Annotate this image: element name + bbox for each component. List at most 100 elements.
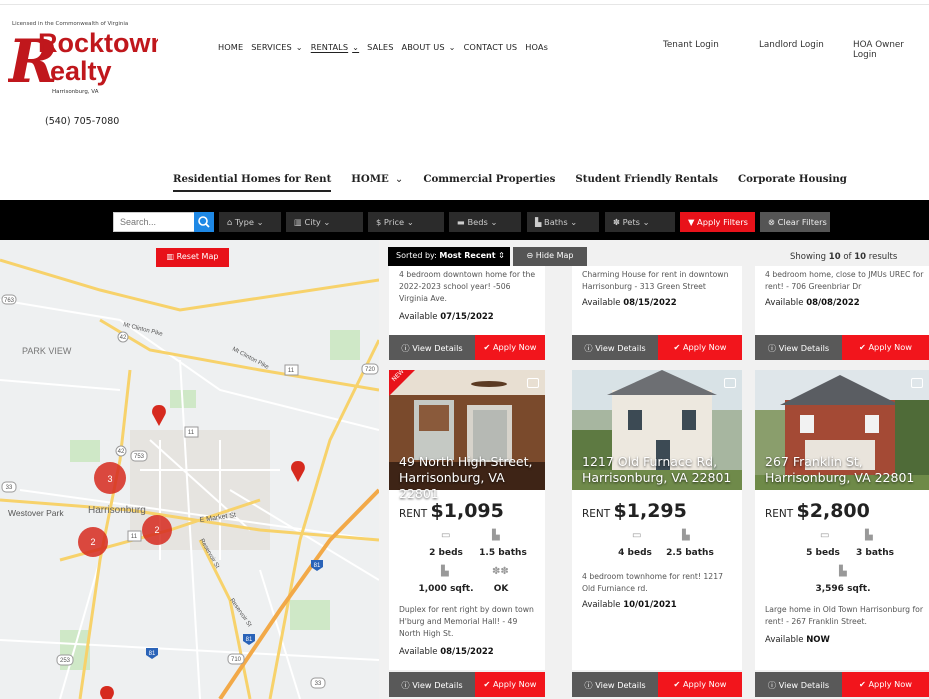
- filter-baths[interactable]: ▙ Baths ⌄: [527, 212, 599, 232]
- svg-text:42: 42: [120, 335, 127, 341]
- listing-description: 4 bedroom downtown home for the 2022-202…: [399, 270, 536, 303]
- map-canvas[interactable]: PARK VIEW Westover Park Harrisonburg Mt …: [0, 240, 379, 699]
- reset-map-button[interactable]: ▥ Reset Map: [156, 248, 229, 267]
- filter-pets[interactable]: ✽ Pets ⌄: [605, 212, 675, 232]
- listing-card: 1217 Old Furnace Rd, Harrisonburg, VA 228…: [572, 370, 742, 670]
- nav-services[interactable]: SERVICES ⌄: [251, 42, 302, 52]
- apply-now-button[interactable]: ✔ Apply Now: [658, 672, 742, 697]
- landlord-login-link[interactable]: Landlord Login: [759, 40, 824, 50]
- nav-hoas[interactable]: HOAs: [525, 42, 548, 52]
- listing-address[interactable]: 49 North High Street, Harrisonburg, VA 22…: [399, 454, 545, 502]
- subnav-student[interactable]: Student Friendly Rentals: [575, 173, 718, 192]
- view-details-button[interactable]: ⓘ View Details: [755, 335, 842, 360]
- listing-address[interactable]: 1217 Old Furnace Rd, Harrisonburg, VA 228…: [582, 454, 731, 486]
- search-button[interactable]: [194, 212, 214, 232]
- svg-text:81: 81: [314, 563, 321, 569]
- view-details-button[interactable]: ⓘ View Details: [389, 672, 475, 697]
- nav-rentals[interactable]: RENTALS ⌄: [311, 42, 359, 52]
- gallery-icon[interactable]: [911, 378, 923, 388]
- view-details-label: View Details: [778, 680, 830, 690]
- nav-home[interactable]: HOME: [218, 42, 243, 52]
- sort-value: Most Recent: [439, 251, 496, 260]
- filter-price[interactable]: $ Price ⌄: [368, 212, 444, 232]
- rentals-subnav: Residential Homes for Rent HOME ⌄ Commerc…: [173, 173, 867, 192]
- subnav-residential[interactable]: Residential Homes for Rent: [173, 173, 332, 192]
- svg-text:2: 2: [90, 537, 95, 547]
- apply-now-button[interactable]: ✔ Apply Now: [475, 672, 545, 697]
- apply-now-button[interactable]: ✔ Apply Now: [475, 335, 545, 360]
- map-pin[interactable]: [100, 686, 114, 699]
- apply-filters-label: Apply Filters: [697, 217, 748, 227]
- site-logo[interactable]: R Rocktown ealty: [6, 26, 167, 98]
- availability-label: Available: [765, 298, 804, 308]
- availability-label: Available: [582, 600, 621, 610]
- sort-select[interactable]: Sorted by: Most Recent ⇕: [388, 247, 510, 266]
- view-details-button[interactable]: ⓘ View Details: [755, 672, 842, 697]
- apply-now-label: Apply Now: [682, 342, 727, 352]
- svg-text:763: 763: [4, 298, 15, 304]
- gallery-icon[interactable]: [527, 378, 539, 388]
- subnav-home-label: HOME: [351, 173, 389, 185]
- info-icon: ⓘ: [767, 680, 779, 690]
- map-cluster[interactable]: 2: [78, 527, 108, 557]
- subnav-corporate[interactable]: Corporate Housing: [738, 173, 847, 192]
- svg-text:11: 11: [188, 430, 195, 436]
- nav-about[interactable]: ABOUT US ⌄: [402, 42, 456, 52]
- tenant-login-link[interactable]: Tenant Login: [663, 40, 719, 50]
- filter-city[interactable]: ▥ City ⌄: [286, 212, 363, 232]
- subnav-home[interactable]: HOME ⌄: [351, 173, 403, 192]
- view-details-button[interactable]: ⓘ View Details: [572, 672, 658, 697]
- availability-date: 08/08/2022: [806, 298, 860, 308]
- view-details-button[interactable]: ⓘ View Details: [389, 335, 475, 360]
- svg-text:720: 720: [365, 367, 376, 373]
- nav-rentals-label: RENTALS: [310, 42, 349, 52]
- availability-label: Available: [399, 312, 438, 322]
- availability-label: Available: [765, 635, 804, 645]
- check-circle-icon: ✔: [483, 342, 493, 352]
- phone-number[interactable]: (540) 705-7080: [45, 116, 119, 127]
- apply-filters-button[interactable]: ▼ Apply Filters: [680, 212, 755, 232]
- address-line1: 49 North High Street,: [399, 454, 533, 469]
- subnav-commercial[interactable]: Commercial Properties: [423, 173, 555, 192]
- availability: Available 10/01/2021: [582, 600, 677, 610]
- beds-count: 4 beds: [618, 548, 652, 558]
- hoa-owner-login-link[interactable]: HOA Owner Login: [853, 40, 929, 60]
- listing-address[interactable]: 267 Franklin St, Harrisonburg, VA 22801: [765, 454, 914, 486]
- apply-now-button[interactable]: ✔ Apply Now: [842, 672, 929, 697]
- svg-text:33: 33: [315, 681, 322, 687]
- map-cluster[interactable]: 3: [94, 462, 126, 494]
- listing-card: 267 Franklin St, Harrisonburg, VA 22801 R…: [755, 370, 929, 670]
- dollar-icon: $: [376, 217, 384, 227]
- route-shield: 33: [1, 481, 17, 493]
- clear-filters-label: Clear Filters: [777, 217, 827, 227]
- apply-now-button[interactable]: ✔ Apply Now: [842, 335, 929, 360]
- availability-label: Available: [399, 647, 438, 657]
- check-circle-icon: ✔: [673, 679, 683, 689]
- map-label-harrisonburg: Harrisonburg: [88, 505, 146, 516]
- map-cluster[interactable]: 2: [142, 515, 172, 545]
- filter-type[interactable]: ⌂ Type ⌄: [219, 212, 281, 232]
- city-icon: ▥: [294, 217, 305, 227]
- apply-now-button[interactable]: ✔ Apply Now: [658, 335, 742, 360]
- route-shield: 710: [227, 653, 245, 665]
- listing-description: 4 bedroom townhome for rent! 1217 Old Fu…: [582, 572, 723, 593]
- map-panel[interactable]: PARK VIEW Westover Park Harrisonburg Mt …: [0, 240, 379, 699]
- filter-beds[interactable]: ▬ Beds ⌄: [449, 212, 521, 232]
- gallery-icon[interactable]: [724, 378, 736, 388]
- hide-map-button[interactable]: ⊖ Hide Map: [513, 247, 587, 266]
- nav-contact[interactable]: CONTACT US: [464, 42, 518, 52]
- nav-services-label: SERVICES: [251, 42, 292, 52]
- nav-about-label: ABOUT US: [401, 42, 445, 52]
- clear-filters-button[interactable]: ⊗ Clear Filters: [760, 212, 830, 232]
- route-shield: 42: [117, 331, 129, 343]
- route-shield: 11: [127, 530, 142, 542]
- listing-rent: RENT $1,095: [399, 500, 504, 522]
- availability: Available 08/15/2022: [582, 298, 677, 308]
- map-icon: ▥: [166, 252, 177, 261]
- view-details-button[interactable]: ⓘ View Details: [572, 335, 658, 360]
- chevron-down-icon: ⌄: [490, 217, 498, 227]
- route-shield: 753: [130, 450, 148, 462]
- address-line2: Harrisonburg, VA 22801: [765, 470, 915, 485]
- nav-sales[interactable]: SALES: [367, 42, 393, 52]
- info-icon: ⓘ: [401, 680, 413, 690]
